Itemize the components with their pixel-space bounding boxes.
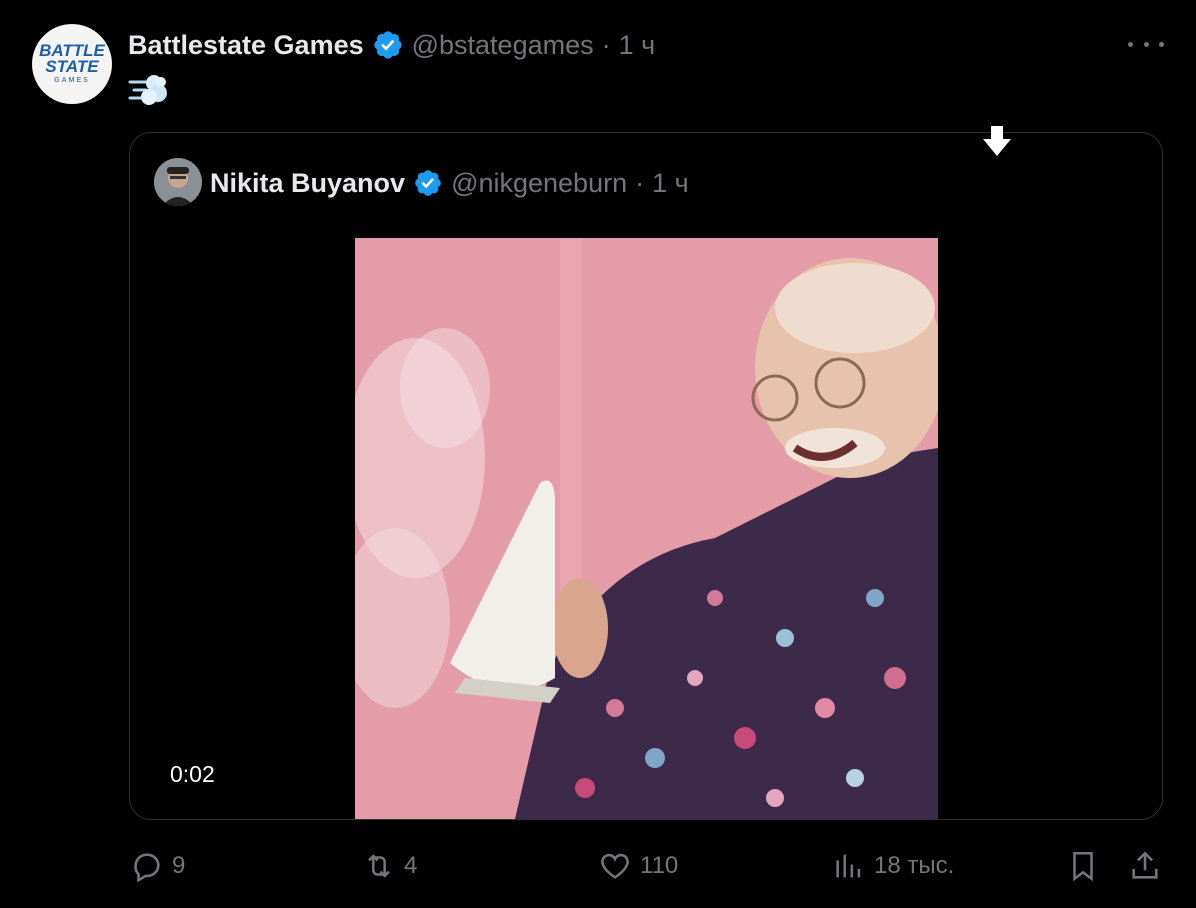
- more-dot: [1143, 41, 1149, 47]
- views-button[interactable]: 18 тыс.: [832, 838, 954, 894]
- separator-dot: ·: [635, 167, 645, 198]
- author-name[interactable]: Battlestate Games: [128, 30, 364, 61]
- video-elapsed-time: 0:02: [170, 761, 215, 787]
- author-avatar[interactable]: BATTLE STATE GAMES: [32, 24, 112, 104]
- views-count: 18 тыс.: [874, 852, 955, 879]
- bookmark-button[interactable]: [1066, 838, 1108, 894]
- verified-icon[interactable]: [372, 29, 404, 61]
- like-count: 110: [640, 852, 679, 879]
- tweet-action-bar: 9 4 110 18 тыс.: [0, 838, 1196, 894]
- quoted-author-avatar[interactable]: [154, 158, 202, 206]
- like-icon: [601, 853, 629, 879]
- download-icon[interactable]: [982, 124, 1012, 158]
- separator-dot: ·: [601, 29, 611, 60]
- quoted-author-name[interactable]: Nikita Buyanov: [210, 168, 405, 199]
- tweet-time[interactable]: 1 ч: [619, 30, 656, 61]
- repost-button[interactable]: 4: [362, 838, 417, 894]
- tweet-header: Battlestate Games @bstategames · 1 ч: [128, 26, 655, 64]
- verified-icon[interactable]: [413, 168, 443, 198]
- share-button[interactable]: [1128, 838, 1170, 894]
- author-handle[interactable]: @bstategames: [412, 30, 594, 61]
- quoted-tweet-card[interactable]: Nikita Buyanov @nikgeneburn · 1 ч 0:02: [129, 132, 1163, 820]
- more-icon[interactable]: [1128, 32, 1164, 56]
- quoted-tweet-time[interactable]: 1 ч: [652, 168, 689, 199]
- repost-icon: [368, 854, 390, 878]
- repost-count: 4: [404, 852, 418, 879]
- views-icon: [836, 854, 861, 878]
- bookmark-icon: [1073, 851, 1093, 882]
- like-button[interactable]: 110: [598, 838, 678, 894]
- quoted-tweet-header: Nikita Buyanov @nikgeneburn · 1 ч: [210, 163, 689, 203]
- share-icon: [1132, 851, 1158, 879]
- video-frame: [355, 238, 938, 819]
- logo-line-3: GAMES: [54, 77, 90, 84]
- person-photo-icon: [154, 158, 202, 206]
- reply-count: 9: [172, 852, 186, 879]
- dashing-away-emoji: [128, 75, 167, 105]
- video-player[interactable]: [355, 238, 938, 819]
- more-dot: [1159, 41, 1164, 47]
- reply-icon: [134, 853, 160, 883]
- more-dot: [1128, 41, 1133, 47]
- quoted-author-handle[interactable]: @nikgeneburn: [451, 168, 627, 199]
- reply-button[interactable]: 9: [130, 838, 185, 894]
- logo-line-2: STATE: [45, 57, 99, 76]
- battlestate-logo: BATTLE STATE GAMES: [39, 41, 105, 87]
